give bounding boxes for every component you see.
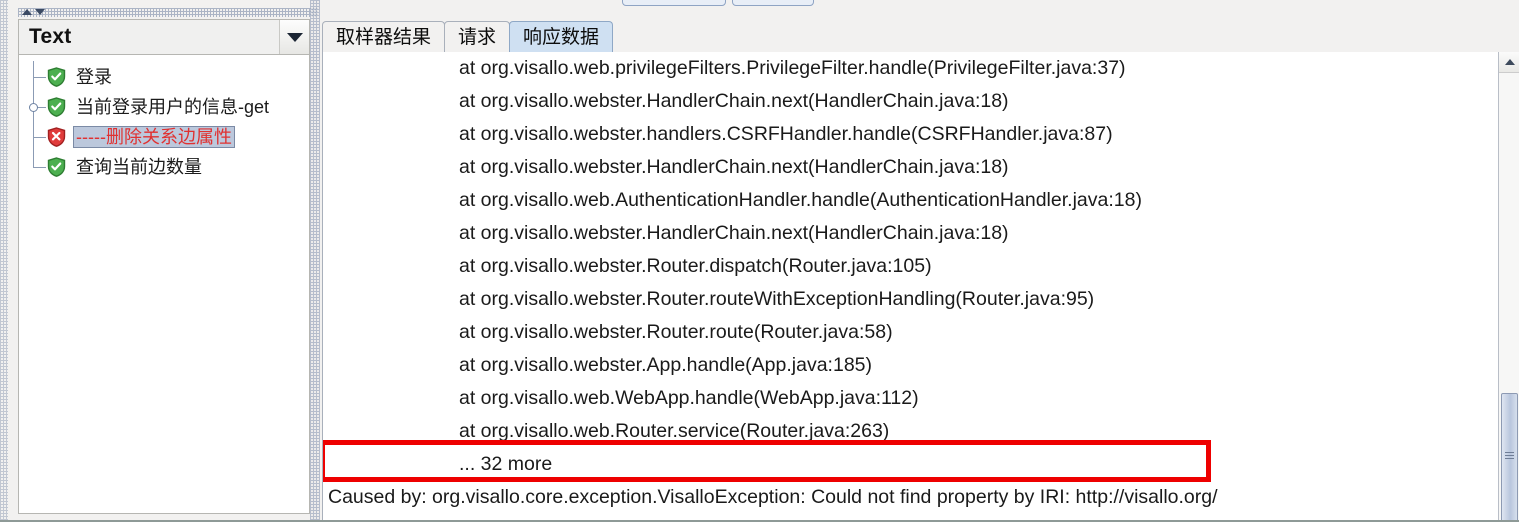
stacktrace-line: at org.visallo.web.WebApp.handle(WebApp.… [459,387,919,409]
triangle-up-icon[interactable] [22,9,32,15]
stacktrace-line: at org.visallo.web.privilegeFilters.Priv… [459,57,1126,79]
tree-item-label: 当前登录用户的信息-get [76,97,270,117]
tree-item-label: 登录 [76,67,112,87]
top-cutoff-button-left[interactable] [622,0,726,6]
tree-connector-line [33,61,46,92]
stacktrace-line: at org.visallo.webster.App.handle(App.ja… [459,354,873,376]
splitter-collapse-controls[interactable] [22,9,45,15]
green-shield-check-icon [47,157,66,177]
scrollbar-track[interactable] [1499,73,1519,522]
tree-connector-line [33,151,46,182]
chevron-down-icon [286,32,303,42]
red-shield-cross-icon [47,127,66,147]
green-shield-check-icon [47,97,66,117]
scrollbar-thumb[interactable] [1501,393,1518,522]
tree-item-1[interactable]: 登录 [19,61,309,92]
stacktrace-line: ... 32 more [459,453,553,475]
stacktrace-text: at org.visallo.web.privilegeFilters.Priv… [323,52,1518,521]
combo-dropdown-button[interactable] [279,20,309,54]
stacktrace-line: Caused by: org.visallo.core.exception.Vi… [328,486,1218,508]
horizontal-splitter[interactable] [18,8,318,17]
stacktrace-line: at org.visallo.web.AuthenticationHandler… [459,189,1142,211]
response-vertical-scrollbar[interactable] [1498,52,1519,522]
vertical-pane-splitter[interactable] [310,0,320,522]
tab-1[interactable]: 取样器结果 [322,21,446,52]
tree-item-4[interactable]: 查询当前边数量 [19,151,309,182]
sampler-result-tree[interactable]: 登录当前登录用户的信息-get -----删除关系边属性 查询当前边数量 [18,55,310,514]
stacktrace-line: at org.visallo.webster.Router.routeWithE… [459,288,1095,310]
response-data-viewer[interactable]: at org.visallo.web.privilegeFilters.Priv… [322,52,1519,522]
stacktrace-line: at org.visallo.webster.HandlerChain.next… [459,222,1009,244]
tab-label: 响应数据 [523,26,600,48]
detail-tabbar[interactable]: 取样器结果 请求 响应数据 [322,20,1519,53]
tab-3[interactable]: 响应数据 [509,21,614,52]
scrollbar-up-button[interactable] [1499,52,1519,73]
tree-item-2[interactable]: 当前登录用户的信息-get [19,91,309,122]
tree-item-label: 查询当前边数量 [76,157,202,177]
green-shield-check-icon [47,67,66,87]
stacktrace-line: at org.visallo.webster.Router.route(Rout… [459,321,893,343]
tree-expand-handle-icon[interactable] [29,103,38,112]
stacktrace-line: at org.visallo.webster.HandlerChain.next… [459,156,1009,178]
tab-2[interactable]: 请求 [444,21,511,52]
stacktrace-line: at org.visallo.webster.HandlerChain.next… [459,90,1009,112]
top-cutoff-strip [0,0,1519,8]
scrollbar-grip-icon [1505,452,1514,459]
tab-label: 取样器结果 [336,26,432,48]
results-tree-panel: Text 登录当前登录用户的信息-get -----删除关系边属性 查询当前边数量 [18,19,310,514]
top-cutoff-button-right[interactable] [732,0,814,6]
tree-item-3[interactable]: -----删除关系边属性 [19,121,309,152]
response-detail-panel: 取样器结果 请求 响应数据 at org.visallo.web.privilege… [322,14,1519,522]
window-left-edge-rail [0,0,8,522]
app-window: Text 登录 当前登录用户的信息-get -----删除关系边属性 查询当前边数量 … [0,0,1519,522]
stacktrace-line: at org.visallo.webster.handlers.CSRFHand… [459,123,1113,145]
render-format-value: Text [29,25,72,48]
stacktrace-line: at org.visallo.web.Router.service(Router… [459,420,890,442]
triangle-down-icon[interactable] [35,9,45,15]
tree-connector-line [33,121,46,152]
tree-item-label: -----删除关系边属性 [73,126,235,148]
stacktrace-line: at org.visallo.webster.Router.dispatch(R… [459,255,932,277]
render-format-combo[interactable]: Text [18,19,310,55]
tab-label: 请求 [458,26,497,48]
triangle-up-icon [1504,59,1515,65]
